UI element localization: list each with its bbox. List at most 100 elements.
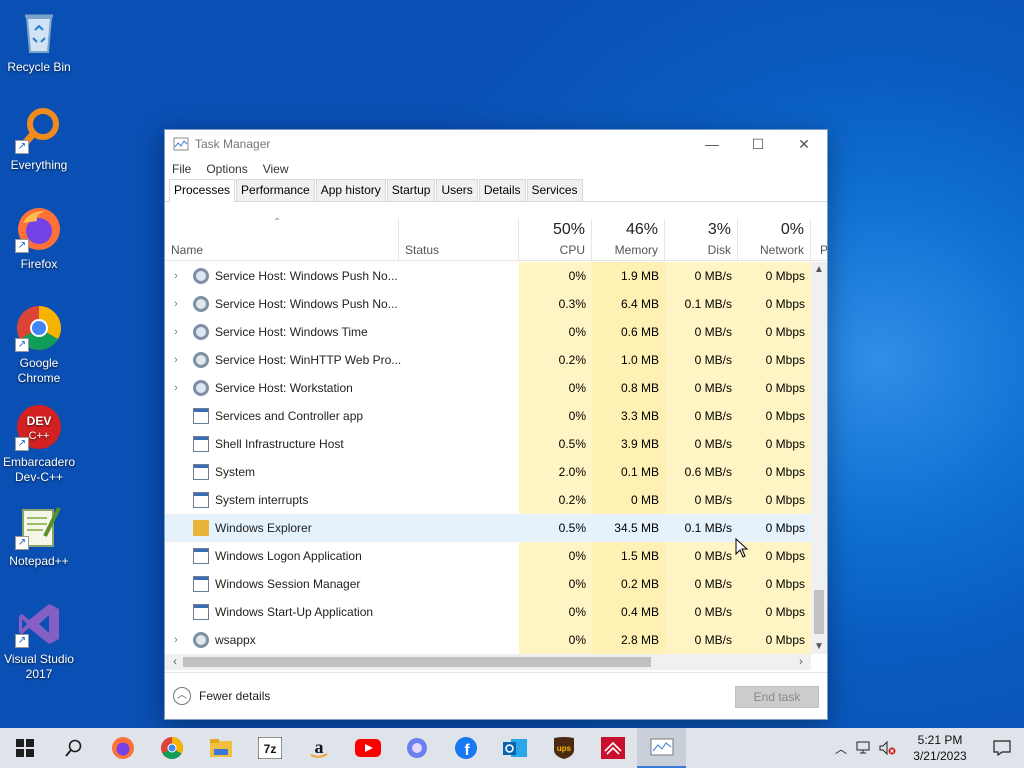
tab-app-history[interactable]: App history: [315, 179, 386, 201]
devcpp-icon: DEV C++ ↗: [15, 403, 63, 451]
table-row[interactable]: › Service Host: Windows Push No... 0.3% 6.4…: [165, 290, 811, 318]
clock[interactable]: 5:21 PM 3/21/2023: [900, 732, 980, 764]
taskbar-youtube[interactable]: [343, 728, 392, 768]
expand-chevron-icon[interactable]: ›: [165, 290, 187, 318]
shortcut-arrow-icon: ↗: [15, 634, 29, 648]
menu-file[interactable]: File: [172, 162, 191, 176]
process-name: Windows Session Manager: [215, 577, 361, 591]
table-row[interactable]: › wsappx 0% 2.8 MB 0 MB/s 0 Mbps: [165, 626, 811, 654]
tab-details[interactable]: Details: [478, 179, 526, 201]
taskbar-7zip[interactable]: 7z: [245, 728, 294, 768]
taskbar-outlook[interactable]: [490, 728, 539, 768]
taskbar-chrome[interactable]: [147, 728, 196, 768]
search-button[interactable]: [49, 728, 98, 768]
menu-options[interactable]: Options: [206, 162, 247, 176]
disk-cell: 0 MB/s: [665, 346, 738, 374]
tab-startup[interactable]: Startup: [386, 179, 436, 201]
cpu-cell: 0.2%: [519, 486, 592, 514]
maximize-button[interactable]: ☐: [735, 130, 781, 158]
tab-processes[interactable]: Processes: [169, 179, 236, 202]
table-row[interactable]: System interrupts 0.2% 0 MB 0 MB/s 0 Mbps: [165, 486, 811, 514]
column-network[interactable]: 0% Network: [738, 219, 811, 261]
desktop-icon-recycle-bin[interactable]: Recycle Bin: [0, 8, 78, 75]
table-row[interactable]: › Service Host: WinHTTP Web Pro... 0.2% 1.0…: [165, 346, 811, 374]
taskbar-facebook[interactable]: f: [441, 728, 490, 768]
column-status[interactable]: Status: [399, 219, 519, 261]
table-row[interactable]: Windows Explorer 0.5% 34.5 MB 0.1 MB/s 0 Mbp…: [165, 514, 811, 542]
desktop-icon-firefox[interactable]: ↗ Firefox: [0, 205, 78, 272]
table-row[interactable]: Windows Start-Up Application 0% 0.4 MB 0 MB…: [165, 598, 811, 626]
taskbar-task-manager[interactable]: [637, 728, 686, 768]
tab-users[interactable]: Users: [436, 179, 478, 201]
firefox-icon: [111, 737, 134, 759]
shortcut-arrow-icon: ↗: [15, 140, 29, 154]
memory-percent: 46%: [625, 221, 658, 238]
desktop-icon-label: Firefox: [20, 257, 58, 271]
taskbar-file-explorer[interactable]: [196, 728, 245, 768]
fewer-details-button[interactable]: ︿ Fewer details: [173, 687, 270, 705]
taskbar-firefox[interactable]: [98, 728, 147, 768]
table-row[interactable]: Shell Infrastructure Host 0.5% 3.9 MB 0 MB/…: [165, 430, 811, 458]
process-name: Shell Infrastructure Host: [215, 437, 344, 451]
process-name: wsappx: [215, 633, 256, 647]
start-icon: [15, 739, 34, 757]
column-power[interactable]: P: [811, 219, 828, 261]
cpu-cell: 0.2%: [519, 346, 592, 374]
process-name-cell: Windows Explorer: [165, 514, 519, 542]
scroll-left-icon[interactable]: ‹: [167, 654, 183, 670]
volume-muted-icon[interactable]: [876, 741, 900, 755]
memory-cell: 1.0 MB: [592, 346, 665, 374]
disk-percent: 3%: [707, 221, 731, 238]
desktop-icon-chrome[interactable]: ↗ Google Chrome: [0, 304, 78, 386]
taskbar-amazon[interactable]: a: [294, 728, 343, 768]
expand-chevron-icon[interactable]: ›: [165, 262, 187, 290]
close-button[interactable]: ✕: [781, 130, 827, 158]
desktop-icon-everything[interactable]: ↗ Everything: [0, 106, 78, 173]
expand-chevron-icon[interactable]: ›: [165, 626, 187, 654]
expand-chevron-icon[interactable]: ›: [165, 346, 187, 374]
title-bar[interactable]: Task Manager — ☐ ✕: [165, 130, 827, 158]
minimize-button[interactable]: —: [689, 130, 735, 158]
desktop-icon-label: Everything: [10, 158, 68, 172]
column-disk[interactable]: 3% Disk: [665, 219, 738, 261]
start-button[interactable]: [0, 728, 49, 768]
disk-cell: 0 MB/s: [665, 598, 738, 626]
menu-view[interactable]: View: [263, 162, 289, 176]
table-row[interactable]: › Service Host: Workstation 0% 0.8 MB 0 MB/s…: [165, 374, 811, 402]
column-cpu[interactable]: 50% CPU: [519, 219, 592, 261]
table-row[interactable]: Services and Controller app 0% 3.3 MB 0 MB/…: [165, 402, 811, 430]
taskbar-copilot[interactable]: [392, 728, 441, 768]
horizontal-scrollbar[interactable]: ‹ ›: [165, 654, 811, 670]
expand-chevron-icon[interactable]: ›: [165, 318, 187, 346]
table-row[interactable]: Windows Session Manager 0% 0.2 MB 0 MB/s 0 M…: [165, 570, 811, 598]
desktop-icon-visual-studio[interactable]: ↗ Visual Studio 2017: [0, 600, 78, 682]
scroll-down-icon[interactable]: ▼: [811, 641, 827, 652]
network-icon[interactable]: [852, 741, 876, 755]
desktop-icon-devcpp[interactable]: DEV C++ ↗ Embarcadero Dev-C++: [0, 403, 78, 485]
scroll-up-icon[interactable]: ▲: [811, 264, 827, 275]
end-task-button[interactable]: End task: [735, 686, 819, 708]
column-name[interactable]: ⌃ Name: [165, 217, 399, 261]
vertical-scroll-thumb[interactable]: [814, 590, 824, 634]
table-row[interactable]: › Service Host: Windows Time 0% 0.6 MB 0 MB/…: [165, 318, 811, 346]
vertical-scrollbar[interactable]: ▲ ▼: [811, 262, 827, 654]
process-name-cell: System interrupts: [165, 486, 519, 514]
desktop-icon-notepadpp[interactable]: ↗ Notepad++: [0, 502, 78, 569]
tab-services[interactable]: Services: [526, 179, 583, 201]
tab-performance[interactable]: Performance: [236, 179, 315, 201]
horizontal-scroll-thumb[interactable]: [183, 657, 651, 667]
table-row[interactable]: › Service Host: Windows Push No... 0% 1.9 M…: [165, 262, 811, 290]
taskbar-bank[interactable]: [588, 728, 637, 768]
chevron-up-icon[interactable]: ︿: [830, 740, 852, 757]
notifications-icon[interactable]: [980, 740, 1024, 756]
expand-chevron-icon[interactable]: ›: [165, 374, 187, 402]
network-cell: 0 Mbps: [738, 458, 811, 486]
cpu-cell: 0.3%: [519, 290, 592, 318]
column-header: ⌃ Name Status 50% CPU 46% Memory 3% Disk…: [165, 217, 828, 261]
column-memory[interactable]: 46% Memory: [592, 219, 665, 261]
scroll-right-icon[interactable]: ›: [793, 654, 809, 670]
taskbar-ups[interactable]: ups: [539, 728, 588, 768]
table-row[interactable]: System 2.0% 0.1 MB 0.6 MB/s 0 Mbps: [165, 458, 811, 486]
table-row[interactable]: Windows Logon Application 0% 1.5 MB 0 MB/s 0…: [165, 542, 811, 570]
service-gear-icon: [193, 352, 209, 368]
